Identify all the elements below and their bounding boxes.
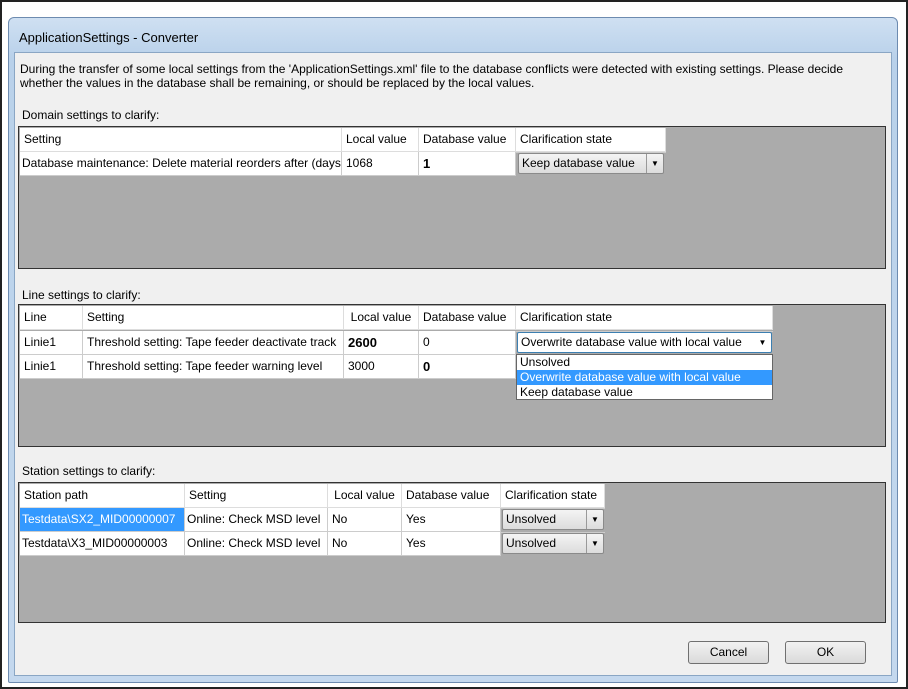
col-header-setting[interactable]: Setting bbox=[185, 484, 328, 508]
chevron-down-icon[interactable]: ▼ bbox=[586, 510, 603, 529]
select-value: Keep database value bbox=[522, 156, 635, 170]
col-header-state[interactable]: Clarification state bbox=[501, 484, 605, 508]
chevron-down-icon[interactable]: ▼ bbox=[586, 534, 603, 553]
station-row2-local[interactable]: No bbox=[328, 532, 402, 556]
line-row2-line[interactable]: Linie1 bbox=[20, 355, 83, 379]
station-row1-state-select[interactable]: Unsolved ▼ bbox=[502, 509, 604, 530]
col-header-state[interactable]: Clarification state bbox=[516, 306, 773, 330]
col-header-local[interactable]: Local value bbox=[344, 306, 419, 330]
option-overwrite[interactable]: Overwrite database value with local valu… bbox=[517, 370, 772, 385]
domain-state-select[interactable]: Keep database value ▼ bbox=[518, 153, 664, 174]
line-row1-line[interactable]: Linie1 bbox=[20, 331, 83, 355]
option-unsolved[interactable]: Unsolved bbox=[517, 355, 772, 370]
line-row1-local[interactable]: 2600 bbox=[344, 331, 419, 355]
line-row1-state-select[interactable]: Overwrite database value with local valu… bbox=[517, 332, 772, 353]
station-row1-path[interactable]: Testdata\SX2_MID00000007 bbox=[20, 508, 185, 532]
station-row2-state-select[interactable]: Unsolved ▼ bbox=[502, 533, 604, 554]
col-header-setting[interactable]: Setting bbox=[83, 306, 344, 330]
station-row2-setting[interactable]: Online: Check MSD level bbox=[185, 532, 328, 556]
station-row2-db[interactable]: Yes bbox=[402, 532, 501, 556]
station-row1-db[interactable]: Yes bbox=[402, 508, 501, 532]
col-header-line[interactable]: Line bbox=[20, 306, 83, 330]
line-row2-setting[interactable]: Threshold setting: Tape feeder warning l… bbox=[83, 355, 344, 379]
option-keep[interactable]: Keep database value bbox=[517, 385, 772, 400]
domain-row-local[interactable]: 1068 bbox=[342, 152, 419, 176]
domain-row-setting[interactable]: Database maintenance: Delete material re… bbox=[20, 152, 342, 176]
chevron-down-icon[interactable]: ▼ bbox=[754, 333, 771, 352]
chevron-down-icon[interactable]: ▼ bbox=[646, 154, 663, 173]
col-header-state[interactable]: Clarification state bbox=[516, 128, 666, 152]
station-row1-local[interactable]: No bbox=[328, 508, 402, 532]
line-row2-db[interactable]: 0 bbox=[419, 355, 516, 379]
line-row1-setting[interactable]: Threshold setting: Tape feeder deactivat… bbox=[83, 331, 344, 355]
line-row1-db[interactable]: 0 bbox=[419, 331, 516, 355]
col-header-db[interactable]: Database value bbox=[402, 484, 501, 508]
col-header-db[interactable]: Database value bbox=[419, 306, 516, 330]
select-value: Overwrite database value with local valu… bbox=[521, 335, 742, 349]
domain-row-db[interactable]: 1 bbox=[419, 152, 516, 176]
clarification-dropdown-list: Unsolved Overwrite database value with l… bbox=[516, 354, 773, 400]
line-label: Line settings to clarify: bbox=[22, 288, 141, 302]
ok-button[interactable]: OK bbox=[785, 641, 866, 664]
station-row1-setting[interactable]: Online: Check MSD level bbox=[185, 508, 328, 532]
col-header-local[interactable]: Local value bbox=[342, 128, 419, 152]
station-label: Station settings to clarify: bbox=[22, 464, 156, 478]
conflict-message: During the transfer of some local settin… bbox=[20, 62, 844, 90]
cancel-button[interactable]: Cancel bbox=[688, 641, 769, 664]
station-row2-path[interactable]: Testdata\X3_MID00000003 bbox=[20, 532, 185, 556]
col-header-setting[interactable]: Setting bbox=[20, 128, 342, 152]
col-header-path[interactable]: Station path bbox=[20, 484, 185, 508]
window-title: ApplicationSettings - Converter bbox=[19, 30, 199, 45]
domain-label: Domain settings to clarify: bbox=[22, 108, 160, 122]
select-value: Unsolved bbox=[506, 512, 557, 526]
select-value: Unsolved bbox=[506, 536, 557, 550]
col-header-db[interactable]: Database value bbox=[419, 128, 516, 152]
line-row2-local[interactable]: 3000 bbox=[344, 355, 419, 379]
col-header-local[interactable]: Local value bbox=[328, 484, 402, 508]
